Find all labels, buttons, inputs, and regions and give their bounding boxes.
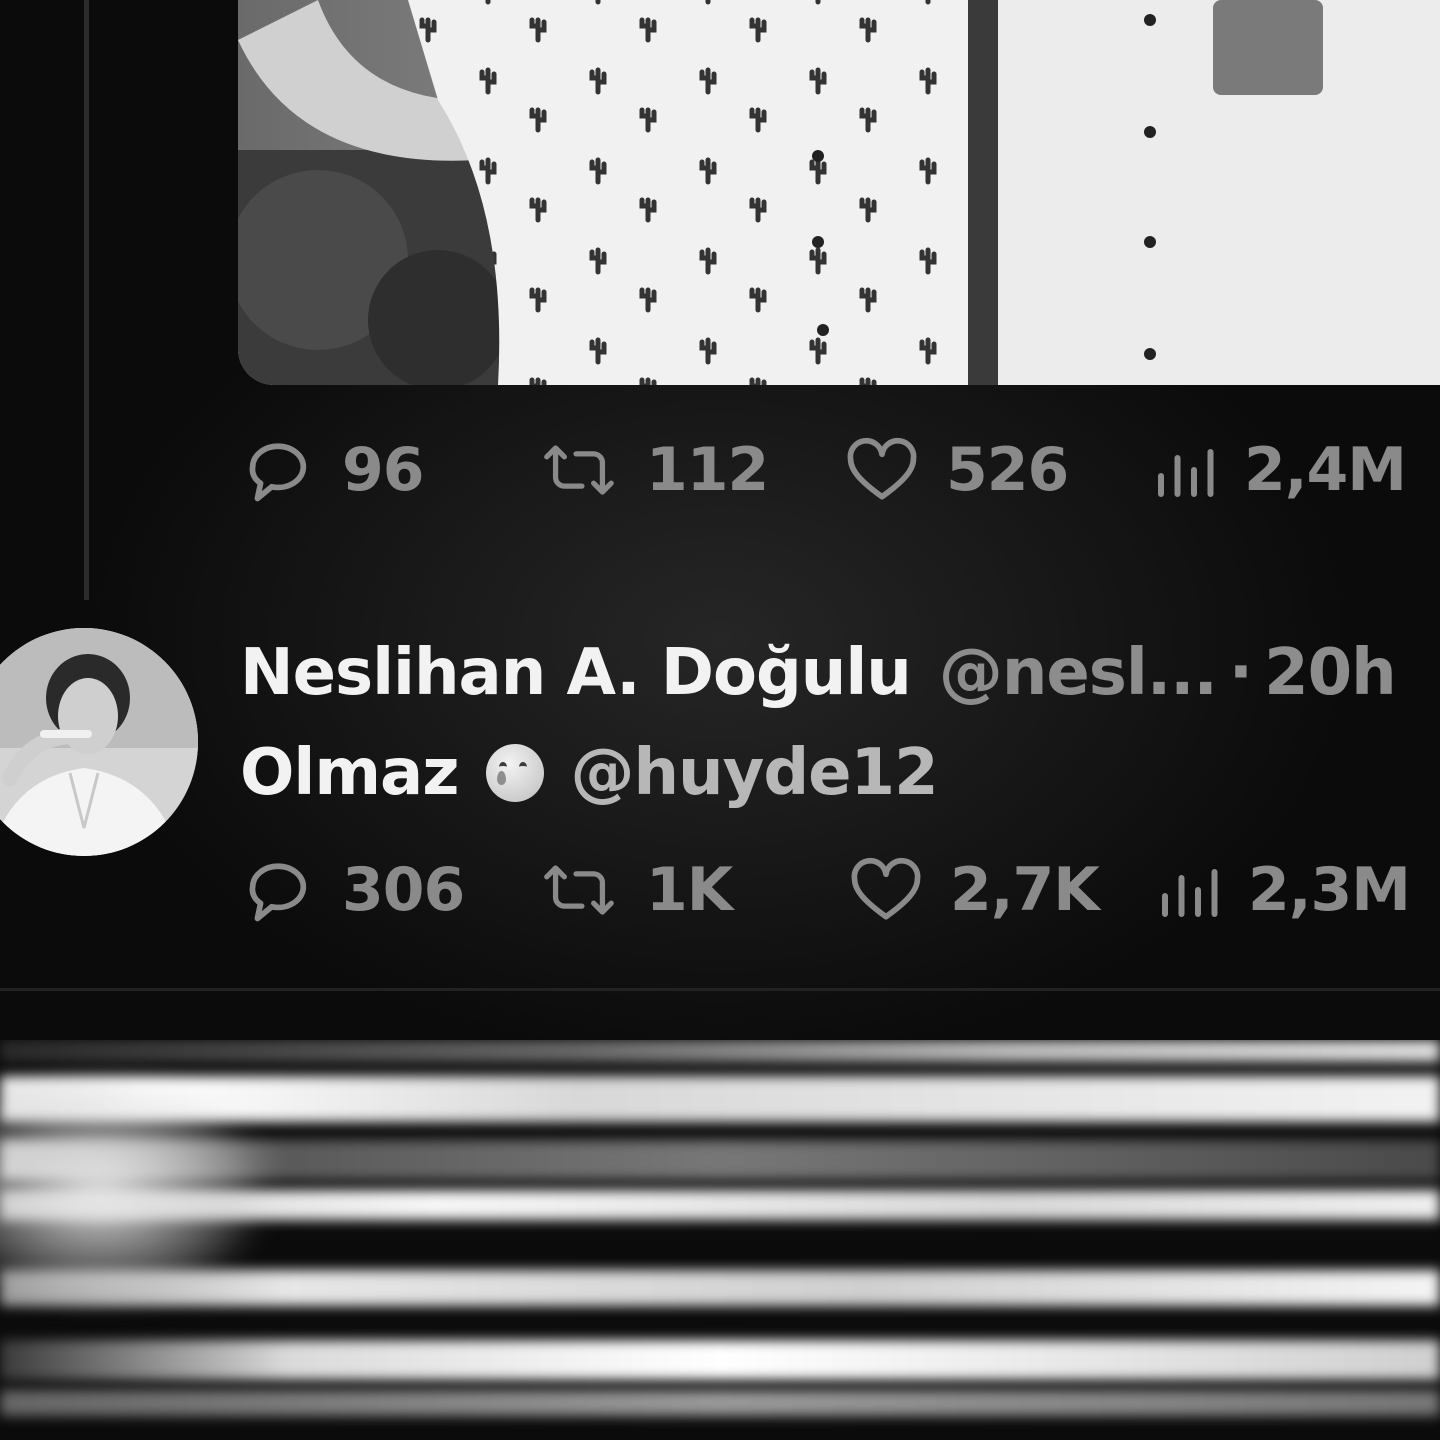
tweet-header: Neslihan A. Doğulu @nesl... · 20h [240, 628, 1440, 718]
thread-connector-line [84, 0, 89, 600]
like-button[interactable]: 526 [844, 430, 1069, 510]
header-separator: · [1228, 636, 1253, 710]
repost-icon [544, 865, 614, 915]
reply-count: 306 [342, 855, 465, 925]
divider [0, 988, 1440, 991]
views-chart-icon [1162, 869, 1218, 917]
like-count: 526 [946, 435, 1069, 505]
timestamp[interactable]: 20h [1264, 636, 1397, 710]
tweet-text: Olmaz @huyde12 [240, 728, 939, 818]
face-holding-back-tears-icon [486, 744, 545, 802]
views-chart-icon [1158, 449, 1214, 497]
repost-button[interactable]: 112 [538, 430, 769, 510]
mention-link[interactable]: @huyde12 [570, 736, 938, 810]
repost-count: 112 [646, 435, 769, 505]
repost-button[interactable]: 1K [538, 850, 733, 930]
reply-icon [249, 443, 307, 502]
like-count: 2,7K [950, 855, 1100, 925]
view-count: 2,4M [1244, 435, 1407, 505]
reply-button[interactable]: 96 [240, 430, 424, 510]
motion-blur-transition [0, 1040, 1440, 1440]
reply-count: 96 [342, 435, 424, 505]
reply-button[interactable]: 306 [240, 850, 465, 930]
tweet-media-image[interactable] [238, 0, 1440, 385]
heart-icon [847, 437, 917, 500]
avatar[interactable] [0, 628, 198, 856]
view-count: 2,3M [1248, 855, 1411, 925]
user-handle[interactable]: @nesl... [939, 636, 1218, 710]
heart-icon [851, 857, 921, 920]
previous-tweet-action-bar: 96 112 526 2,4M [240, 430, 1440, 510]
tweet-body: Olmaz [240, 736, 459, 810]
repost-count: 1K [646, 855, 733, 925]
tweet[interactable]: Neslihan A. Doğulu @nesl... · 20h Olmaz … [0, 610, 1440, 990]
tweet-action-bar: 306 1K 2,7K 2,3M [240, 850, 1440, 930]
display-name[interactable]: Neslihan A. Doğulu [240, 636, 912, 710]
views-button[interactable]: 2,3M [1156, 850, 1411, 930]
views-button[interactable]: 2,4M [1152, 430, 1407, 510]
repost-icon [544, 445, 614, 495]
reply-icon [249, 863, 307, 922]
like-button[interactable]: 2,7K [848, 850, 1100, 930]
